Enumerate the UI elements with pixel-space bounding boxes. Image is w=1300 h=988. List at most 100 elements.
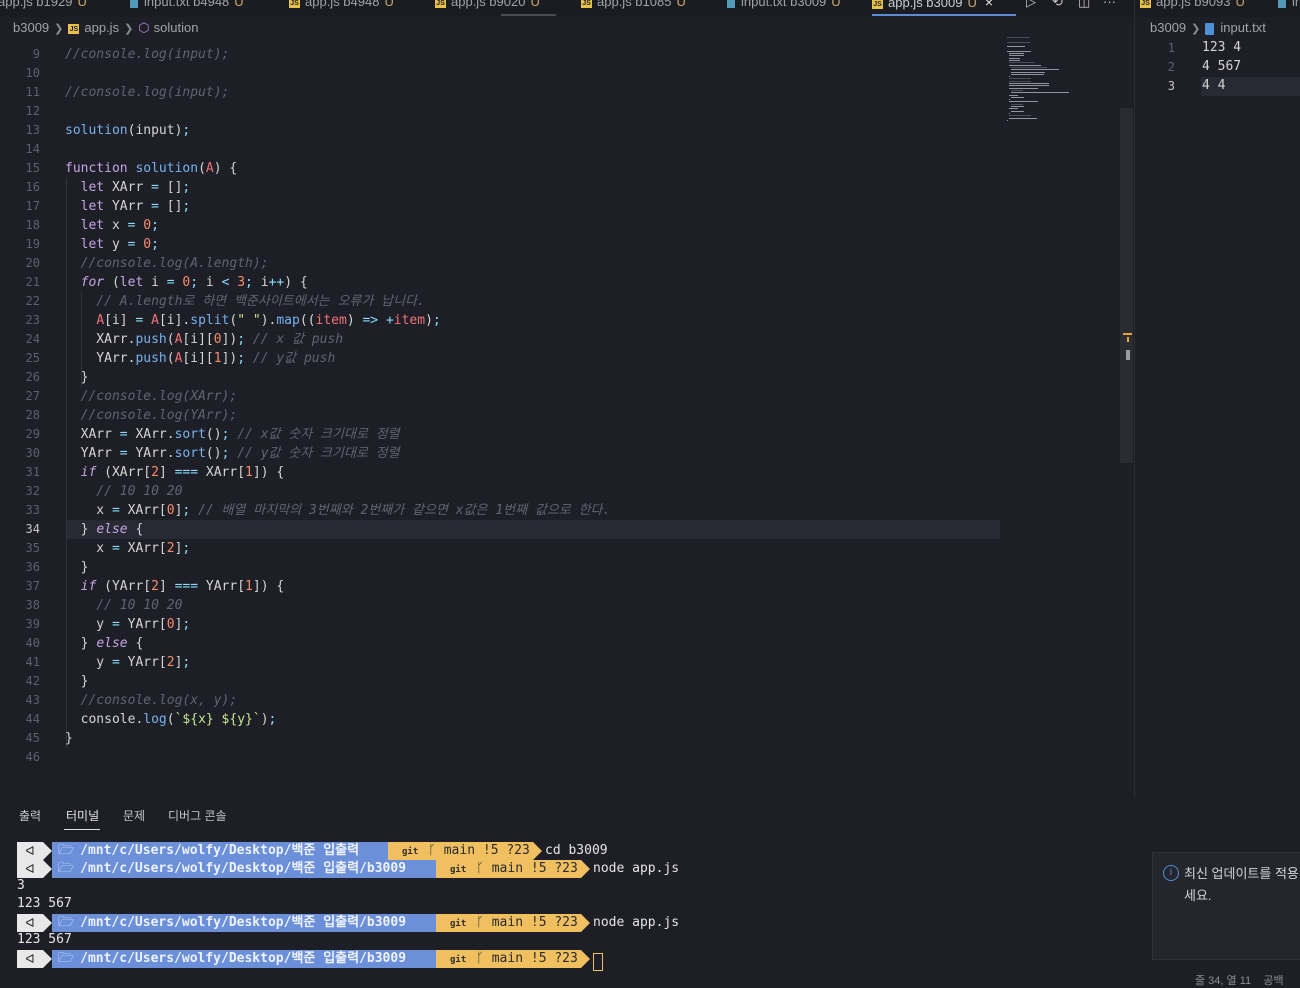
tab-scroll-indicator[interactable] [501, 14, 556, 16]
line-number: 33 [25, 503, 40, 517]
git-icon: git [450, 865, 467, 875]
minimap-line [1009, 53, 1025, 55]
breadcrumb-folder[interactable]: b3009 [13, 20, 49, 35]
code-line: x = XArr[0]; // 배열 마지막의 3번째와 2번째가 같으면 x값… [65, 503, 611, 518]
minimap-line [1011, 110, 1025, 112]
os-segment-icon: ᐊ [17, 842, 43, 860]
minimap-line [1009, 101, 1038, 103]
tab-label: app.js b3009 [888, 0, 963, 10]
tab-app-js-b9093[interactable]: JS app.js b9093 U [1140, 0, 1245, 14]
javascript-file-icon: JS [435, 0, 446, 8]
scrollbar-marker [1126, 350, 1130, 360]
minimap-line [1009, 64, 1041, 66]
breadcrumb: b3009 ❯ JS app.js ❯ ⬡ solution [13, 20, 198, 38]
tab-label: input.txt b4948 [144, 0, 230, 9]
branch-icon: ᚴ [476, 951, 484, 966]
split-editor-icon[interactable]: ◫ [1078, 0, 1090, 10]
editor-group-divider[interactable] [1134, 0, 1135, 800]
run-icon[interactable]: ▷ [1026, 0, 1036, 10]
scrollbar-marker [1127, 337, 1129, 342]
update-notification[interactable]: i 최신 업데이트를 적용 세요. [1152, 852, 1300, 960]
prompt-branch: main !5 ?23 [491, 861, 578, 876]
code-line: solution(input); [65, 123, 191, 138]
text-file-icon [1205, 22, 1215, 35]
close-tab-icon[interactable]: × [985, 0, 993, 10]
tab-app-js-b1929[interactable]: app.js b1929 U [0, 0, 87, 14]
minimap-line [1009, 76, 1011, 78]
branch-icon: ᚴ [476, 861, 484, 876]
code-lines: //console.log(input); //console.log(inpu… [65, 45, 1000, 767]
breadcrumb-folder[interactable]: b3009 [1150, 20, 1186, 35]
minimap-line [1009, 99, 1011, 101]
terminal-output: 3 [17, 878, 25, 893]
editor-tab-bar: app.js b1929 U input.txt b4948 U JS app.js … [0, 0, 1300, 17]
code-editor[interactable]: 9 10 11 12 13 14 15 16 17 18 19 20 21 22 23 24 25 26 27 28 2… [0, 45, 1005, 770]
minimap-line [1011, 96, 1025, 98]
tab-input-txt-b3009[interactable]: input.txt b3009 U [727, 0, 841, 14]
tab-input-txt-b4948[interactable]: input.txt b4948 U [130, 0, 244, 14]
minimap-line [1009, 85, 1049, 87]
line-number: 25 [25, 351, 40, 365]
line-number: 39 [25, 617, 40, 631]
compare-changes-icon[interactable]: ⟲ [1052, 0, 1063, 10]
code-line: // 10 10 20 [96, 598, 183, 613]
untracked-badge: U [530, 0, 540, 9]
line-number: 28 [25, 408, 40, 422]
tab-label: input.txt b3009 [741, 0, 827, 9]
code-line: // 10 10 20 [96, 484, 183, 499]
javascript-file-icon: JS [581, 0, 592, 8]
minimap-line [1011, 71, 1046, 73]
breadcrumb-file[interactable]: input.txt [1220, 20, 1266, 35]
git-icon: git [450, 919, 467, 929]
untracked-badge: U [676, 0, 686, 9]
minimap-line [1007, 41, 1031, 43]
code-line: YArr = YArr.sort(); // y값 숫자 크기대로 정렬 [65, 446, 400, 461]
folder-icon: 🗁 [58, 861, 75, 876]
tab-label: app.js b1929 [0, 0, 73, 9]
tab-problems[interactable]: 문제 [123, 807, 145, 824]
editor-scrollbar[interactable] [1120, 108, 1133, 463]
tab-app-js-b3009[interactable]: JS app.js b3009 U × [872, 0, 1016, 16]
breadcrumb-symbol[interactable]: solution [154, 20, 199, 35]
tab-output[interactable]: 출력 [19, 807, 41, 824]
line-number: 36 [25, 560, 40, 574]
tab-input-txt-partial[interactable]: in [1278, 0, 1300, 14]
minimap-line [1011, 92, 1070, 94]
line-number: 23 [25, 313, 40, 327]
minimap[interactable] [1007, 37, 1125, 137]
line-number: 43 [25, 693, 40, 707]
code-line: for (let i = 0; i < 3; i++) { [80, 275, 308, 290]
prompt-command: cd b3009 [545, 843, 608, 858]
tab-app-js-b1085[interactable]: JS app.js b1085 U [581, 0, 686, 14]
breadcrumb-file[interactable]: app.js [84, 20, 119, 35]
cursor-position[interactable]: 줄 34, 열 11 [1195, 975, 1251, 987]
tab-app-js-b4948[interactable]: JS app.js b4948 U [289, 0, 394, 14]
line-number: 21 [25, 275, 40, 289]
tab-app-js-b9020[interactable]: JS app.js b9020 U [435, 0, 540, 14]
line-number: 22 [25, 294, 40, 308]
more-actions-icon[interactable]: ··· [1103, 0, 1116, 9]
scrollbar-marker [1123, 333, 1132, 335]
branch-icon: ᚴ [428, 843, 436, 858]
tab-label: app.js b1085 [597, 0, 672, 9]
line-number: 3 [1167, 79, 1175, 93]
prompt-branch: main !5 ?23 [491, 915, 578, 930]
tab-terminal[interactable]: 터미널 [66, 807, 99, 824]
code-line: YArr.push(A[i][1]); // y값 push [65, 351, 336, 366]
line-number: 46 [25, 750, 40, 764]
javascript-file-icon: JS [68, 23, 80, 34]
tab-debug-console[interactable]: 디버그 콘솔 [168, 807, 227, 824]
minimap-line [1011, 89, 1024, 91]
notification-message: 최신 업데이트를 적용 세요. [1184, 863, 1300, 907]
line-number: 17 [25, 199, 40, 213]
line-number: 32 [25, 484, 40, 498]
untracked-badge: U [1235, 0, 1245, 9]
indentation-setting[interactable]: 공백 [1263, 975, 1283, 987]
minimap-line [1007, 50, 1032, 52]
terminal-cursor [593, 953, 603, 971]
prompt-path: /mnt/c/Users/wolfy/Desktop/백준 입출력/b3009 [80, 915, 407, 930]
breadcrumb-right: b3009 ❯ input.txt [1150, 20, 1266, 38]
line-number: 42 [25, 674, 40, 688]
